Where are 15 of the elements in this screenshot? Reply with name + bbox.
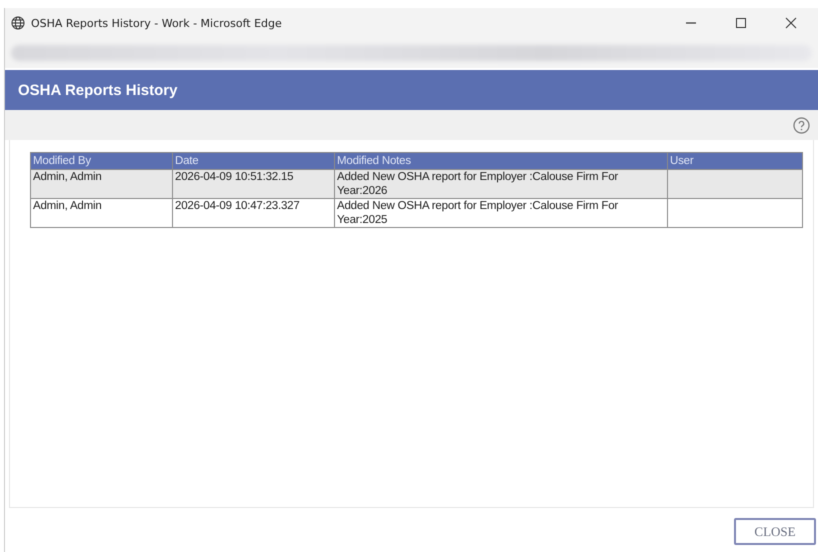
close-icon	[785, 17, 797, 29]
table-cell: 2026-04-09 10:47:23.327	[172, 198, 334, 228]
close-button[interactable]: CLOSE	[734, 518, 816, 545]
window-title: OSHA Reports History - Work - Microsoft Edge	[31, 16, 283, 30]
column-header: Date	[172, 152, 334, 170]
table-cell: Admin, Admin	[30, 198, 172, 228]
minimize-icon	[686, 22, 696, 24]
column-header: Modified By	[30, 152, 172, 170]
table-cell: Added New OSHA report for Employer :Calouse Firm For Year:2025	[334, 198, 668, 228]
column-header: Modified Notes	[334, 152, 668, 170]
globe-icon	[11, 16, 25, 30]
column-header: User	[668, 152, 802, 170]
dialog-title: OSHA Reports History	[18, 82, 178, 98]
maximize-icon	[735, 17, 747, 29]
help-icon[interactable]	[793, 116, 810, 134]
